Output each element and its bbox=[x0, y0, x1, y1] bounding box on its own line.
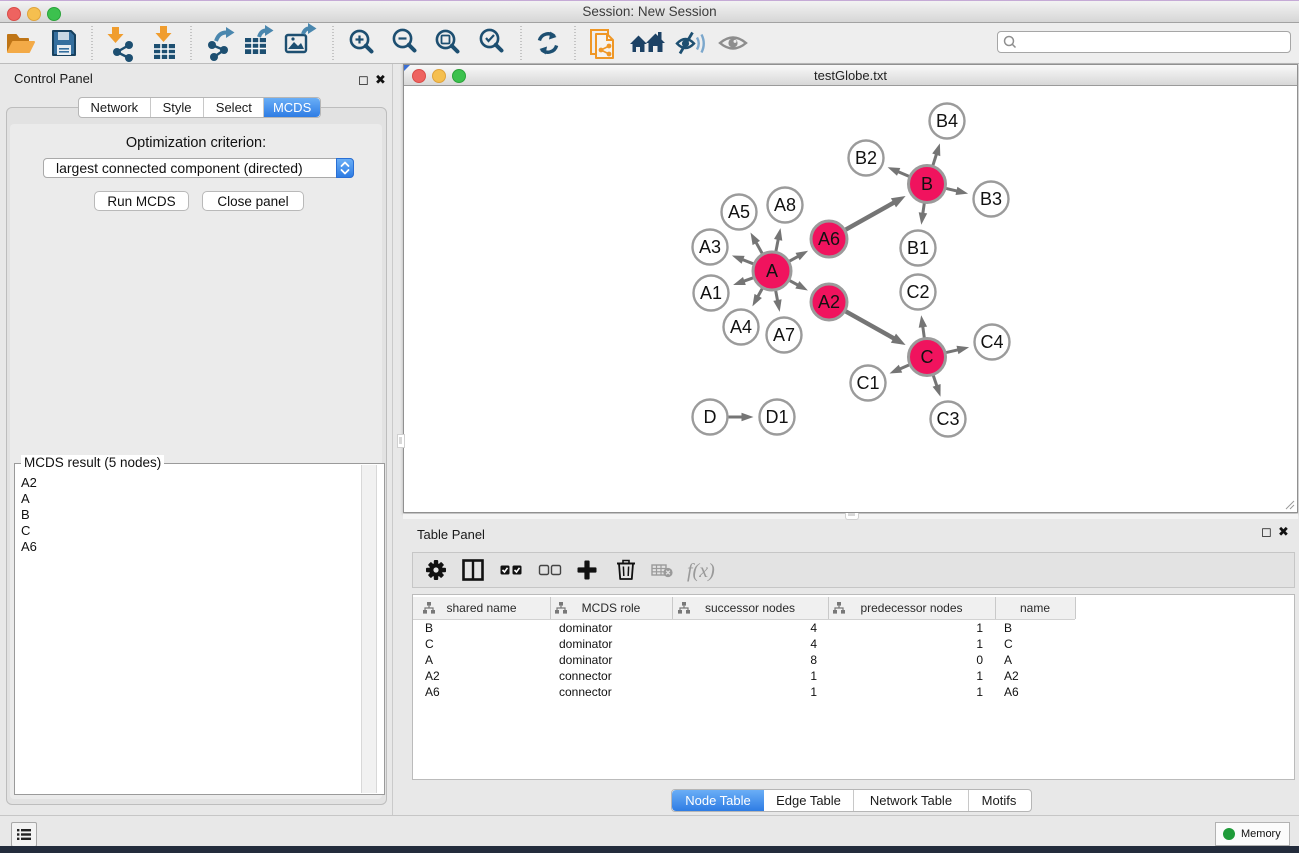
svg-text:D: D bbox=[704, 407, 717, 427]
svg-text:A: A bbox=[766, 261, 778, 281]
svg-text:C2: C2 bbox=[906, 282, 929, 302]
svg-text:C1: C1 bbox=[856, 373, 879, 393]
svg-text:B: B bbox=[921, 174, 933, 194]
svg-text:A4: A4 bbox=[730, 317, 752, 337]
svg-text:B2: B2 bbox=[855, 148, 877, 168]
svg-text:D1: D1 bbox=[765, 407, 788, 427]
svg-text:C4: C4 bbox=[980, 332, 1003, 352]
svg-text:A7: A7 bbox=[773, 325, 795, 345]
svg-text:A8: A8 bbox=[774, 195, 796, 215]
svg-text:A3: A3 bbox=[699, 237, 721, 257]
svg-text:C3: C3 bbox=[936, 409, 959, 429]
svg-text:A5: A5 bbox=[728, 202, 750, 222]
svg-text:C: C bbox=[921, 347, 934, 367]
svg-text:B4: B4 bbox=[936, 111, 958, 131]
svg-text:f(x): f(x) bbox=[687, 560, 715, 582]
svg-text:A2: A2 bbox=[818, 292, 840, 312]
svg-text:A6: A6 bbox=[818, 229, 840, 249]
svg-text:B3: B3 bbox=[980, 189, 1002, 209]
svg-text:A1: A1 bbox=[700, 283, 722, 303]
svg-text:B1: B1 bbox=[907, 238, 929, 258]
